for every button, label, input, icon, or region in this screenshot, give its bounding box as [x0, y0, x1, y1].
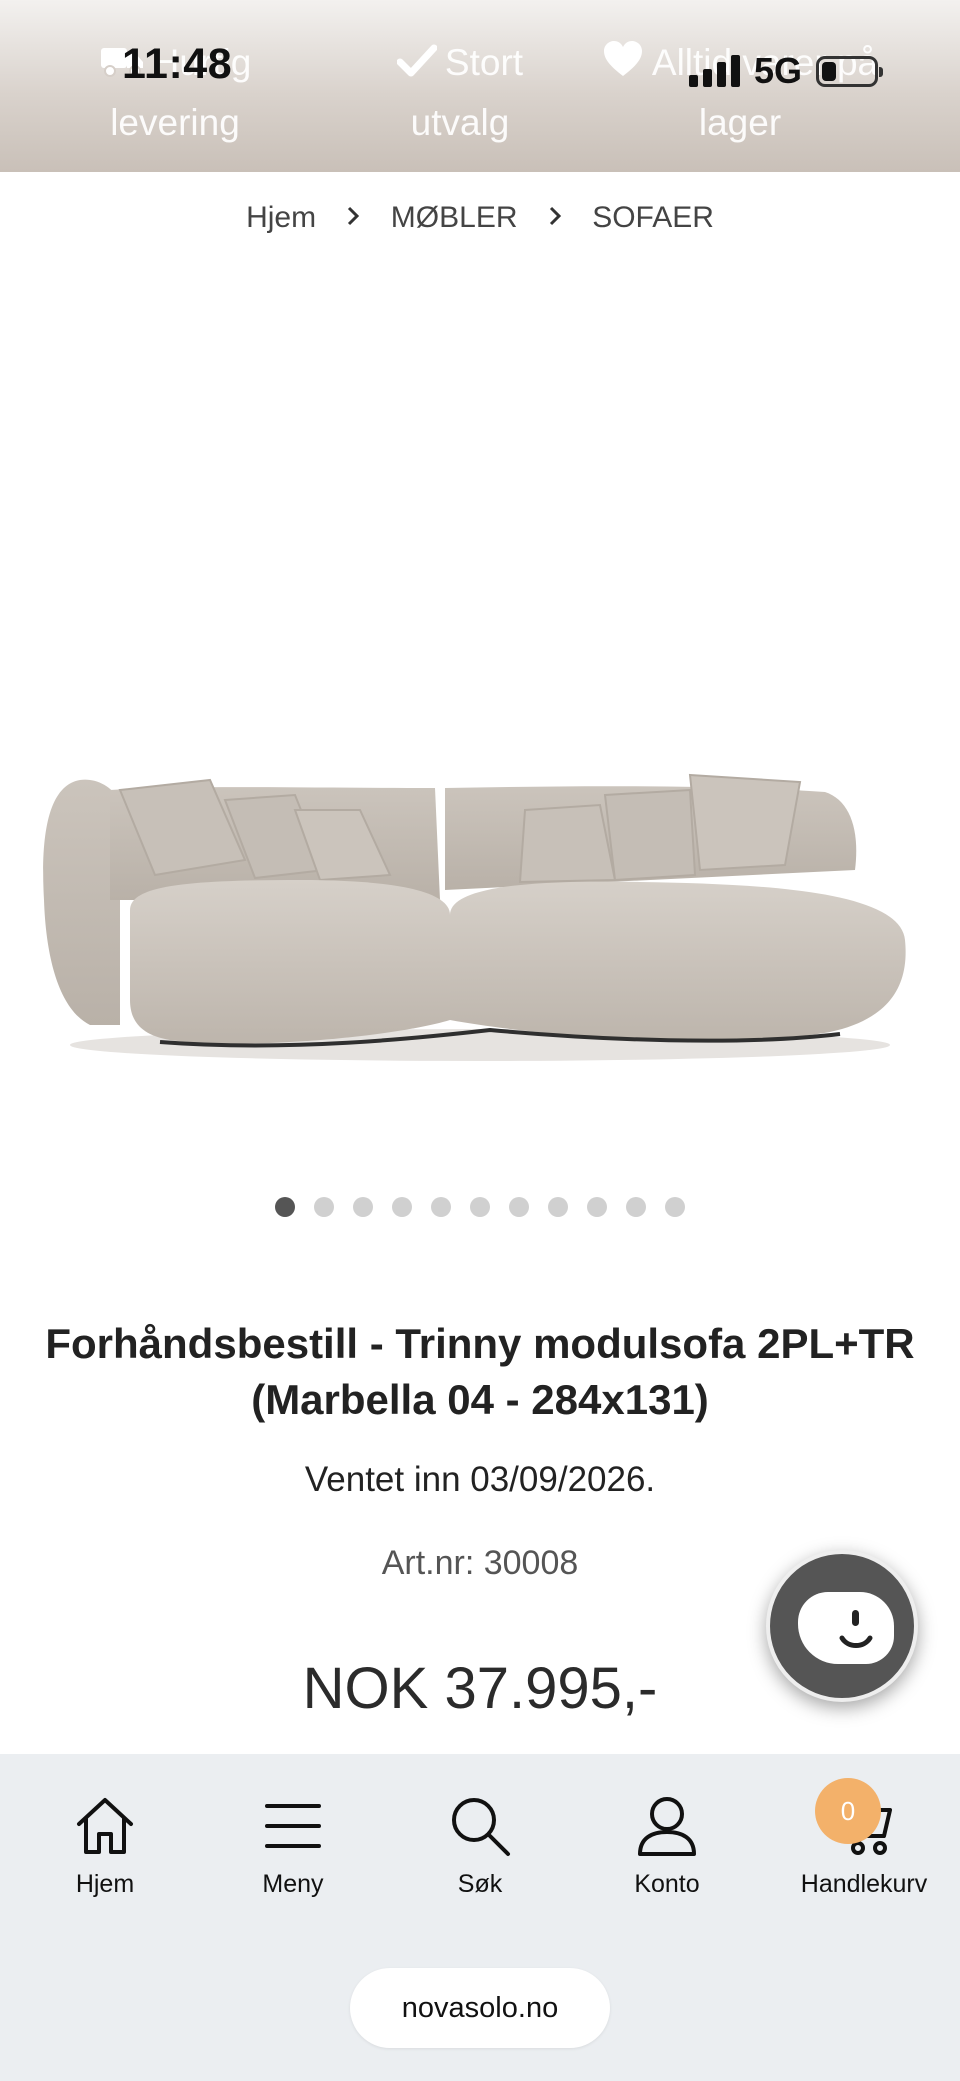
- user-icon: [638, 1797, 696, 1856]
- product-title: Forhåndsbestill - Trinny modulsofa 2PL+T…: [40, 1316, 920, 1428]
- gallery-dot[interactable]: [275, 1197, 295, 1217]
- product-title-line1: Forhåndsbestill - Trinny modulsofa 2PL+T…: [45, 1320, 915, 1367]
- gallery-dot[interactable]: [392, 1197, 412, 1217]
- nav-account-label: Konto: [634, 1870, 700, 1898]
- battery-icon: [816, 55, 883, 87]
- nav-search-label: Søk: [457, 1870, 503, 1898]
- gallery-dot[interactable]: [626, 1197, 646, 1217]
- gallery-dot[interactable]: [587, 1197, 607, 1217]
- cart-count-badge: 0: [815, 1778, 881, 1844]
- gallery-dot[interactable]: [509, 1197, 529, 1217]
- usp-line2: levering: [110, 101, 240, 143]
- usp-banner: Hurtig levering Stort utvalg Alltid vare…: [0, 0, 960, 172]
- nav-home-label: Hjem: [75, 1870, 135, 1898]
- chevron-right-icon: [548, 201, 562, 235]
- usp-line1: Stort: [444, 42, 524, 83]
- usp-large-selection: Stort utvalg: [360, 34, 560, 151]
- chevron-right-icon: [346, 201, 360, 235]
- gallery-dot[interactable]: [314, 1197, 334, 1217]
- gallery-dot[interactable]: [665, 1197, 685, 1217]
- gallery-pagination: [0, 1197, 960, 1217]
- gallery-dot[interactable]: [353, 1197, 373, 1217]
- hamburger-menu-icon: [265, 1804, 321, 1848]
- home-icon: [77, 1798, 133, 1854]
- search-icon: [452, 1798, 510, 1856]
- usp-line2: lager: [698, 101, 782, 143]
- nav-home[interactable]: Hjem: [30, 1794, 180, 1899]
- breadcrumb-home[interactable]: Hjem: [246, 201, 316, 235]
- breadcrumb-furniture[interactable]: MØBLER: [391, 201, 518, 235]
- gallery-dot[interactable]: [470, 1197, 490, 1217]
- browser-url-bar[interactable]: novasolo.no: [350, 1968, 610, 2048]
- signal-icon: [688, 55, 740, 87]
- smiley-icon: [839, 1610, 873, 1648]
- availability-text: Ventet inn 03/09/2026.: [304, 1460, 656, 1499]
- usp-line2: utvalg: [410, 101, 510, 143]
- nav-search[interactable]: Søk: [405, 1794, 555, 1899]
- network-type: 5G: [753, 50, 802, 91]
- status-indicators: 5G: [688, 50, 883, 92]
- product-image[interactable]: [40, 740, 920, 1070]
- nav-cart[interactable]: 0 Handlekurv: [779, 1778, 949, 1899]
- nav-menu-label: Meny: [262, 1870, 324, 1898]
- breadcrumb: Hjem MØBLER SOFAER: [0, 200, 960, 235]
- heart-icon: [602, 37, 644, 94]
- status-time: 11:48: [122, 40, 233, 88]
- gallery-dot[interactable]: [431, 1197, 451, 1217]
- nav-menu[interactable]: Meny: [218, 1794, 368, 1899]
- check-icon: [396, 37, 438, 94]
- product-title-line2: (Marbella 04 - 284x131): [251, 1376, 709, 1423]
- breadcrumb-sofas[interactable]: SOFAER: [592, 201, 714, 235]
- nav-account[interactable]: Konto: [592, 1794, 742, 1899]
- chat-button[interactable]: [766, 1550, 918, 1702]
- gallery-dot[interactable]: [548, 1197, 568, 1217]
- nav-cart-label: Handlekurv: [800, 1870, 928, 1898]
